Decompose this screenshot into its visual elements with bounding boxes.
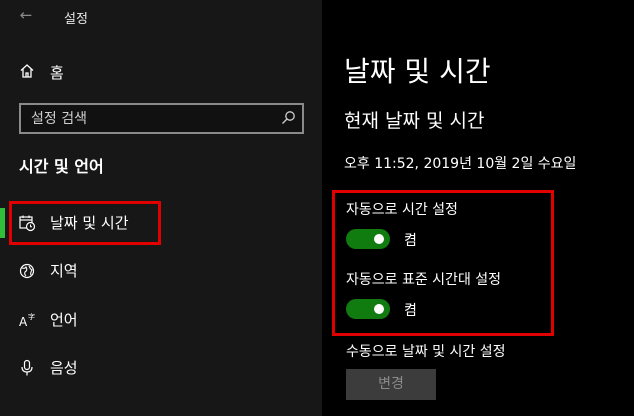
language-icon: A 字 [19,312,35,329]
back-arrow-icon: ← [19,6,33,24]
settings-window: ← 설정 홈 시간 및 언어 [0,0,634,416]
sidebar-item-label: 지역 [50,262,78,280]
svg-text:字: 字 [28,312,35,321]
window-title: 설정 [64,12,88,27]
sidebar-item-label: 언어 [50,311,78,329]
search-input[interactable] [21,105,271,132]
title-bar: ← 설정 [0,0,322,32]
page-title: 날짜 및 시간 [344,55,491,88]
current-datetime: 오후 11:52, 2019년 10월 2일 수요일 [344,156,577,172]
svg-text:A: A [19,315,28,329]
highlight-box-nav [9,201,161,245]
microphone-icon [21,359,33,376]
sidebar-item-language[interactable]: A 字 언어 [0,301,322,337]
section-title: 시간 및 언어 [19,157,104,176]
change-button[interactable]: 변경 [346,369,436,400]
highlight-box-settings [332,190,554,336]
home-nav-item[interactable]: 홈 [0,56,322,86]
back-button[interactable]: ← [14,4,38,26]
sidebar-item-region[interactable]: 지역 [0,252,322,288]
globe-icon [19,263,35,279]
manual-datetime-label: 수동으로 날짜 및 시간 설정 [346,344,506,360]
sidebar-item-label: 음성 [50,359,78,377]
section-subtitle: 현재 날짜 및 시간 [344,110,485,132]
home-icon [20,64,34,78]
home-label: 홈 [50,64,64,82]
sidebar: ← 설정 홈 시간 및 언어 [0,0,322,416]
sidebar-item-speech[interactable]: 음성 [0,349,322,385]
search-icon[interactable] [280,110,296,126]
search-box [19,103,304,134]
